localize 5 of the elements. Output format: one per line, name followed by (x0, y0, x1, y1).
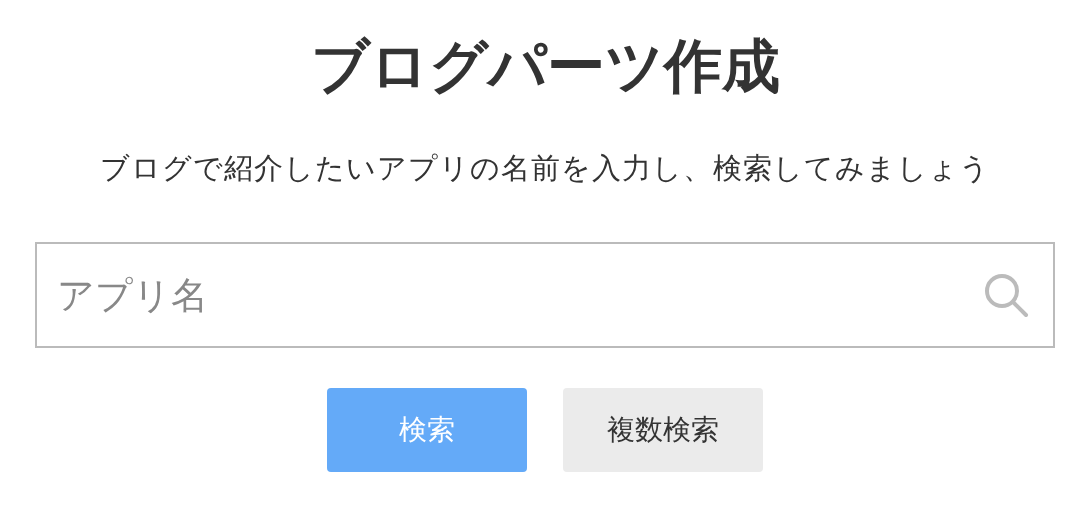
instruction-text: ブログで紹介したいアプリの名前を入力し、検索してみましょう (100, 150, 990, 187)
page-title: ブログパーツ作成 (310, 31, 780, 102)
search-field[interactable]: アプリ名 (35, 242, 1055, 348)
search-icon (983, 272, 1029, 318)
multi-search-button[interactable]: 複数検索 (563, 388, 763, 472)
